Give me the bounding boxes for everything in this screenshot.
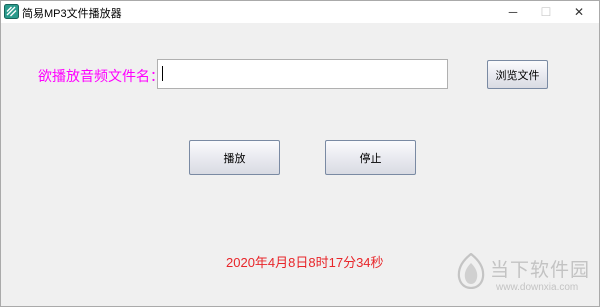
browse-file-button[interactable]: 浏览文件 [487,60,548,89]
play-button[interactable]: 播放 [189,140,280,175]
close-button[interactable]: ✕ [564,1,594,23]
stop-button[interactable]: 停止 [325,140,416,175]
app-window: 简易MP3文件播放器 ─ ☐ ✕ 欲播放音频文件名： 浏览文件 播放 停止 20… [0,0,600,307]
current-datetime: 2020年4月8日8时17分34秒 [226,255,384,270]
minimize-button[interactable]: ─ [498,1,528,23]
window-title: 简易MP3文件播放器 [22,8,122,20]
watermark: 当下软件园 www.downxia.com [456,253,596,303]
watermark-text: 当下软件园 [490,260,591,281]
title-bar[interactable]: 简易MP3文件播放器 ─ ☐ ✕ [1,1,599,23]
downxia-logo-icon [457,253,485,289]
maximize-button[interactable]: ☐ [531,1,561,23]
watermark-url: www.downxia.com [496,282,579,293]
maximize-icon: ☐ [540,5,552,19]
app-stripes-icon [4,4,19,19]
file-name-label: 欲播放音频文件名： [38,68,164,84]
close-icon: ✕ [573,5,585,19]
minimize-icon: ─ [508,5,518,19]
file-name-input[interactable] [157,59,448,89]
text-caret [162,66,163,81]
